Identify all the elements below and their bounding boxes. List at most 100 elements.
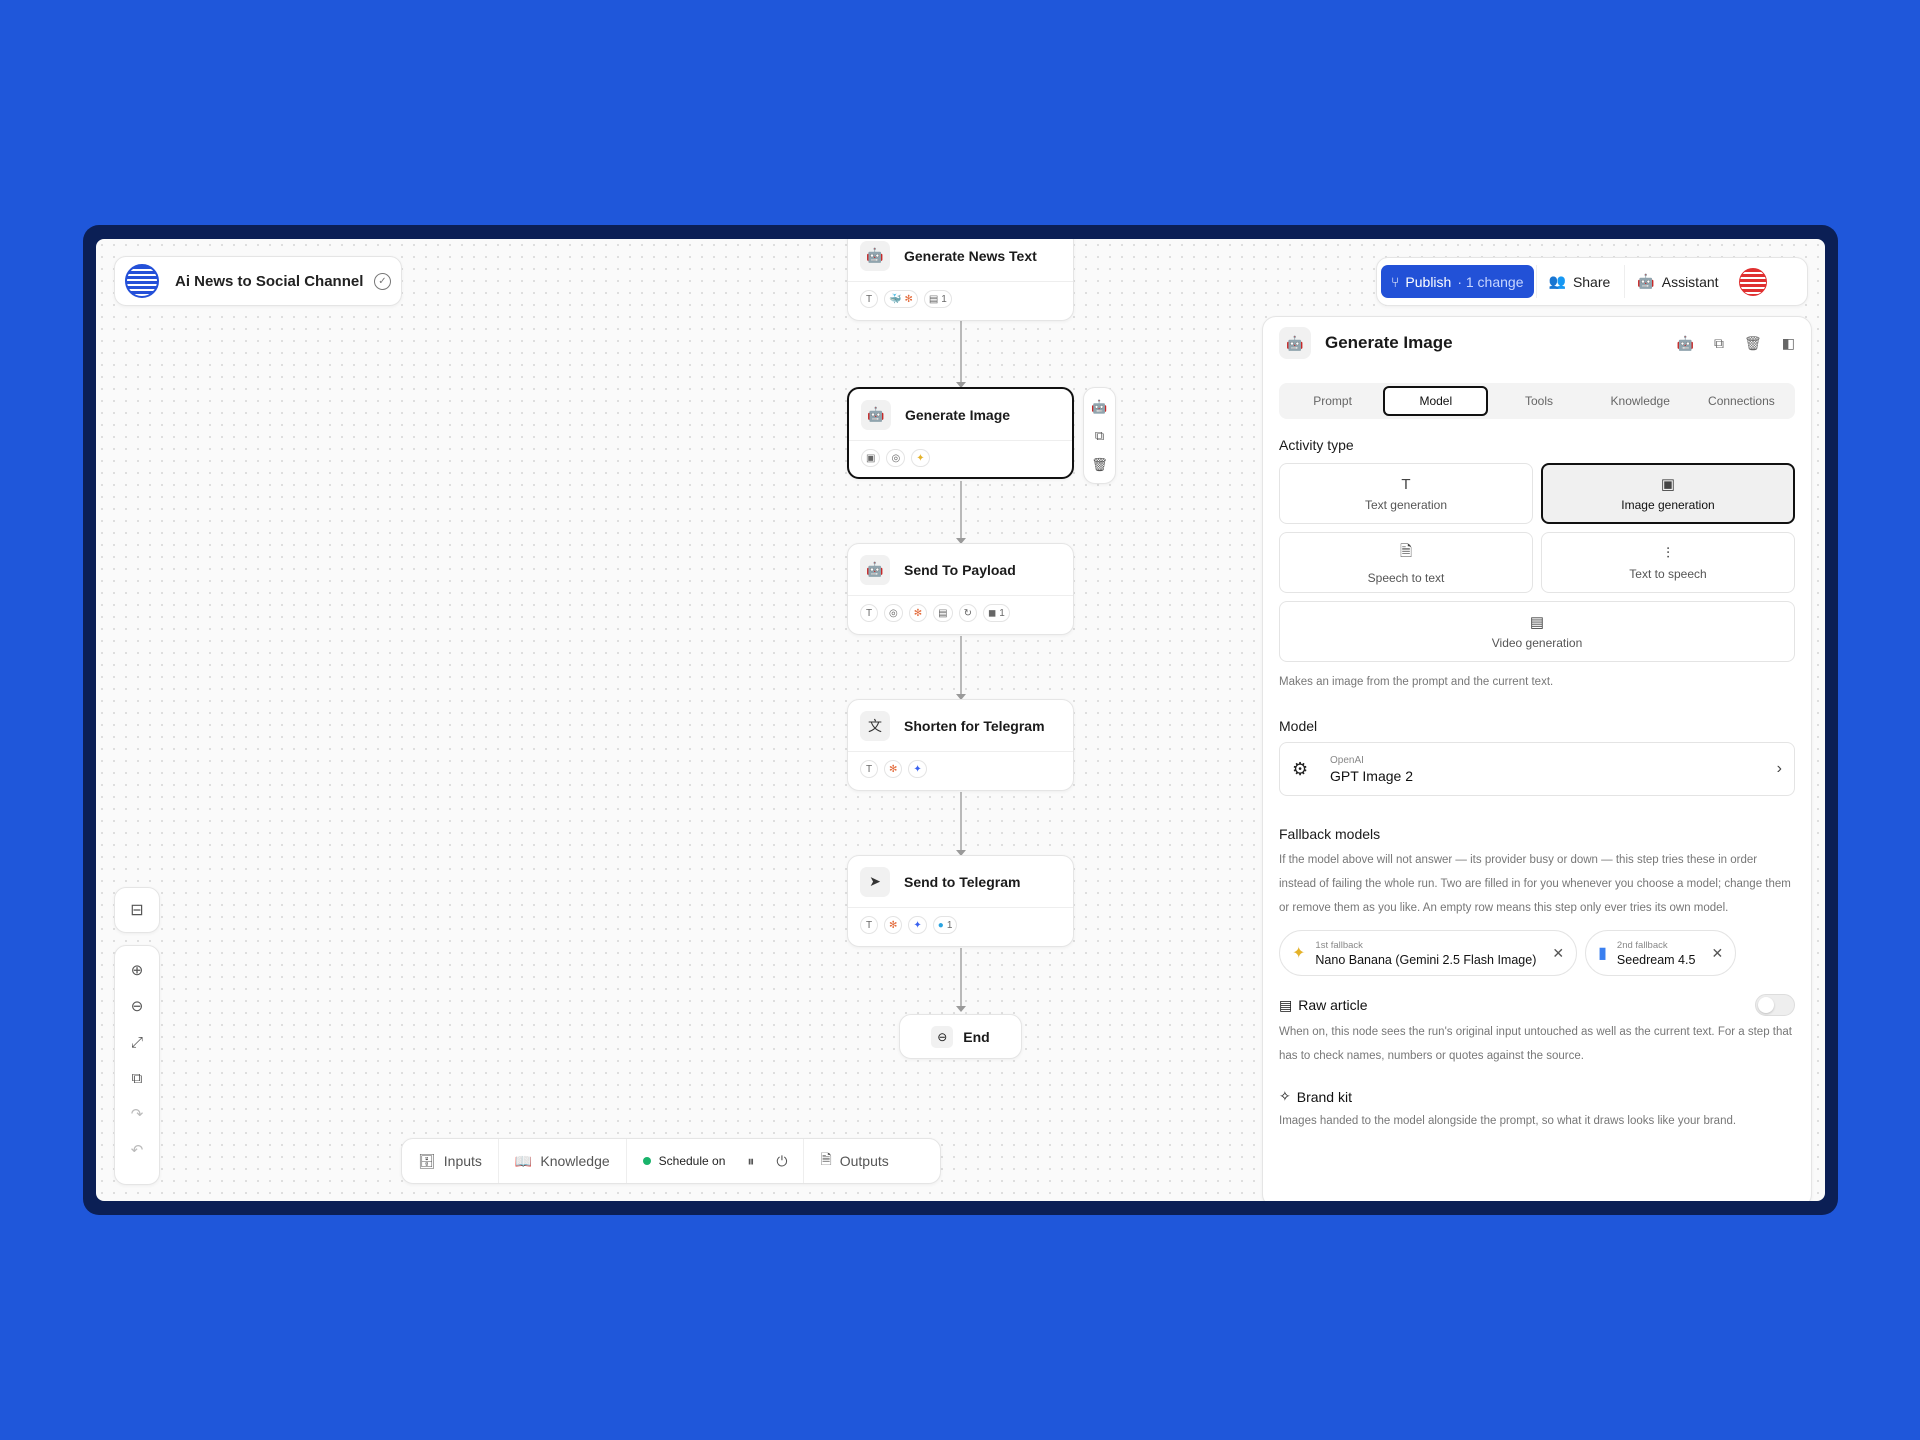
node-title: Send to Telegram (904, 873, 1021, 890)
end-label: End (963, 1028, 990, 1045)
zoom-in-icon[interactable]: ⊕ (131, 952, 144, 988)
telegram-chip: ● 1 (932, 916, 958, 934)
user-avatar[interactable] (1738, 267, 1767, 296)
panel-tabs: Prompt Model Tools Knowledge Connections (1279, 383, 1795, 419)
publish-button[interactable]: ⑂ Publish · 1 change (1381, 265, 1534, 298)
gemini-icon: ✦ (1292, 945, 1306, 962)
node-actions: 🤖 ⧉ 🗑 (1083, 387, 1116, 484)
openai-chip: ◎ (884, 604, 903, 622)
panel-title: Generate Image (1325, 333, 1453, 352)
canvas[interactable]: Ai News to Social Channel ✓ ⑂ Publish · … (96, 239, 1825, 1201)
activity-text-generation[interactable]: T Text generation (1279, 463, 1533, 524)
sparkles-icon: ✧ (1279, 1088, 1291, 1104)
robot-icon: 🤖 (861, 399, 891, 430)
app-icon: ◼ (987, 607, 997, 619)
redo-icon[interactable]: ↷ (131, 1096, 144, 1132)
knowledge-button[interactable]: 📖 Knowledge (499, 1139, 627, 1183)
fallback-rank: 2nd fallback (1616, 939, 1668, 951)
trash-icon[interactable]: 🗑 (1744, 335, 1762, 352)
text-icon: T (1401, 475, 1411, 493)
top-toolbar: ⑂ Publish · 1 change 👥 Share 🤖 Assistant (1376, 257, 1808, 306)
tab-knowledge[interactable]: Knowledge (1590, 386, 1691, 416)
assistant-button[interactable]: 🤖 Assistant (1624, 265, 1730, 298)
brand-kit-description: Images handed to the model alongside the… (1279, 1115, 1737, 1127)
speech-icon: 🗎 (1399, 542, 1413, 560)
tab-connections[interactable]: Connections (1691, 386, 1792, 416)
fit-view-icon[interactable]: ⤢ (131, 1024, 143, 1060)
openai-icon: ⚙ (1292, 758, 1309, 779)
close-icon[interactable]: ✕ (1711, 945, 1723, 962)
book-icon: 📖 (514, 1152, 533, 1169)
tab-tools[interactable]: Tools (1488, 386, 1589, 416)
status-dot (642, 1157, 651, 1165)
outputs-button[interactable]: 🗎 Outputs (804, 1139, 904, 1183)
assistant-label: Assistant (1661, 273, 1719, 290)
copy-icon[interactable]: ⧉ (1095, 428, 1104, 444)
activity-speech-to-text[interactable]: 🗎 Speech to text (1279, 532, 1533, 593)
activity-video-generation[interactable]: ▤ Video generation (1279, 601, 1795, 662)
schedule-label: Schedule on (658, 1154, 726, 1168)
power-icon[interactable]: ⏻ (776, 1153, 787, 1170)
share-button[interactable]: 👥 Share (1535, 265, 1623, 298)
pause-icon[interactable]: ⏸ (747, 1153, 754, 1170)
zoom-out-icon[interactable]: ⊖ (131, 988, 144, 1024)
model-chip: 🐳 ✻ (884, 290, 918, 308)
node-send-to-payload[interactable]: 🤖 Send To Payload T ◎ ✻ ▤ ↻ ◼ 1 (847, 543, 1074, 635)
activity-image-generation[interactable]: ▣ Image generation (1541, 463, 1795, 524)
trash-icon[interactable]: 🗑 (1091, 457, 1108, 473)
robot-icon: 🤖 (860, 554, 890, 585)
copy-icon[interactable]: ⧉ (1714, 335, 1724, 352)
chevron-right-icon: › (1776, 760, 1782, 777)
activity-type-label: Activity type (1279, 437, 1354, 453)
fallback-item[interactable]: ▮ 2nd fallback Seedream 4.5 ✕ (1585, 930, 1737, 976)
node-shorten-for-telegram[interactable]: 文 Shorten for Telegram T ✻ ✦ (847, 699, 1074, 791)
node-end[interactable]: ⊖ End (899, 1014, 1022, 1059)
fallback-chip: ✦ (908, 916, 927, 934)
robot-icon[interactable]: 🤖 (1677, 335, 1694, 352)
node-generate-image[interactable]: 🤖 Generate Image ▣ ◎ ✦ (847, 387, 1074, 479)
check-circle-icon[interactable]: ✓ (374, 272, 391, 290)
node-title: Shorten for Telegram (904, 717, 1045, 734)
robot-icon[interactable]: 🤖 (1091, 399, 1107, 415)
project-pill[interactable]: Ai News to Social Channel ✓ (114, 256, 402, 306)
model-select[interactable]: ⚙ OpenAI GPT Image 2 › (1279, 742, 1795, 796)
seedream-icon: ▮ (1598, 945, 1607, 962)
activity-description: Makes an image from the prompt and the c… (1279, 676, 1554, 688)
fallback-item[interactable]: ✦ 1st fallback Nano Banana (Gemini 2.5 F… (1279, 930, 1578, 976)
schedule-toggle[interactable]: Schedule on ⏸ ⏻ (627, 1139, 805, 1183)
raw-article-label: Raw article (1298, 997, 1368, 1013)
node-generate-news-text[interactable]: 🤖 Generate News Text T 🐳 ✻ ▤ 1 (847, 239, 1074, 321)
translate-icon: 文 (860, 710, 890, 741)
fallback-chip: ✦ (911, 449, 930, 467)
tab-prompt[interactable]: Prompt (1282, 386, 1383, 416)
refresh-chip: ↻ (958, 604, 977, 622)
collapse-panel-icon[interactable]: ◧ (1782, 335, 1795, 352)
openai-chip: ◎ (886, 449, 906, 467)
project-logo (125, 264, 159, 298)
knowledge-label: Knowledge (540, 1153, 610, 1169)
bottom-bar: 🗄 Inputs 📖 Knowledge Schedule on ⏸ ⏻ 🗎 Outp… (401, 1138, 941, 1184)
inputs-button[interactable]: 🗄 Inputs (402, 1139, 499, 1183)
layout-button[interactable]: ⊟ (114, 887, 160, 933)
text-chip: T (860, 916, 878, 934)
undo-icon[interactable]: ↶ (131, 1132, 144, 1168)
edge (960, 636, 962, 698)
fallback-rank: 1st fallback (1315, 939, 1363, 951)
activity-label: Text generation (1364, 497, 1448, 512)
tab-model[interactable]: Model (1383, 386, 1489, 416)
share-label: Share (1572, 273, 1611, 290)
brand-kit-row: ✧ Brand kit (1279, 1088, 1795, 1105)
activity-text-to-speech[interactable]: ⫶ Text to speech (1541, 532, 1795, 593)
article-icon: ▤ (1279, 996, 1293, 1013)
raw-article-toggle[interactable] (1755, 994, 1795, 1016)
node-title: Generate News Text (904, 247, 1037, 264)
waveform-icon: ⫶ (1666, 544, 1670, 562)
auto-layout-icon[interactable]: ⧉ (132, 1060, 143, 1096)
integration-count: 1 (946, 919, 953, 931)
table-chip: ▤ (933, 604, 953, 622)
edge-arrow (956, 1006, 966, 1012)
text-chip: T (860, 290, 878, 308)
model-label: Model (1279, 718, 1318, 734)
node-send-to-telegram[interactable]: ➤ Send to Telegram T ✻ ✦ ● 1 (847, 855, 1074, 947)
close-icon[interactable]: ✕ (1552, 945, 1564, 962)
